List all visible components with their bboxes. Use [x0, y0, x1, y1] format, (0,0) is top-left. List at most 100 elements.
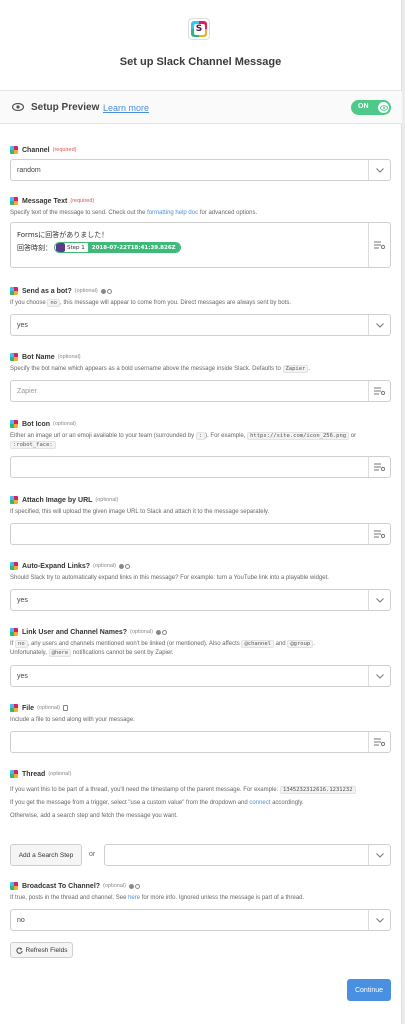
optional-tag: (optional): [130, 629, 153, 635]
dropdown-toggle[interactable]: [368, 160, 390, 180]
add-search-step-button[interactable]: Add a Search Step: [10, 844, 82, 866]
field-description: Otherwise, add a search step and fetch t…: [10, 813, 178, 819]
field-label: Thread: [22, 770, 46, 778]
forms-app-icon: [56, 243, 65, 252]
optional-tag: (optional): [57, 354, 81, 360]
continue-button[interactable]: Continue: [347, 979, 391, 1001]
desc-text: accordingly.: [270, 800, 304, 806]
learn-more-link[interactable]: Learn more: [103, 103, 149, 113]
field-attach-image: Attach Image by URL (optional) If specifi…: [10, 495, 391, 545]
field-label: Auto-Expand Links?: [22, 562, 91, 570]
field-description: Specify text of the message to send. Che…: [10, 209, 391, 218]
field-label: Broadcast To Channel?: [22, 882, 101, 890]
insert-field-button[interactable]: [368, 732, 390, 752]
slack-icon: [10, 882, 18, 890]
code-snippet: @group: [287, 640, 314, 648]
chevron-down-icon: [375, 852, 384, 858]
desc-text: Specify the bot name which appears as a …: [10, 366, 283, 372]
desc-text: , any users and channels mentioned won't…: [27, 641, 242, 647]
bot-name-input[interactable]: Zapier: [10, 380, 391, 402]
insert-field-button[interactable]: [368, 381, 390, 401]
dropdown-toggle[interactable]: [368, 666, 390, 686]
link-names-select[interactable]: yes: [10, 665, 391, 687]
required-tag: (required): [70, 198, 95, 204]
dropdown-toggle[interactable]: [368, 845, 390, 865]
channel-select[interactable]: random: [10, 159, 391, 181]
field-bot-name: Bot Name (optional) Specify the bot name …: [10, 352, 391, 402]
file-input[interactable]: [10, 731, 391, 753]
insert-field-icon: [374, 241, 385, 249]
field-label: Send as a bot?: [22, 287, 72, 295]
insert-field-icon: [374, 463, 385, 471]
auto-expand-select[interactable]: yes: [10, 589, 391, 611]
message-line: 回答時刻： Step 1 2018-07-22T18:41:39.826Z: [17, 242, 181, 253]
slack-icon: S: [191, 21, 207, 37]
code-snippet: Zapier: [282, 365, 309, 373]
desc-text: Specify text of the message to send. Che…: [10, 210, 148, 216]
chevron-down-icon: [375, 167, 384, 173]
formatting-help-link[interactable]: formatting help doc: [147, 210, 198, 216]
toggle-help-icon[interactable]: [100, 288, 112, 294]
desc-text: If you get the message from a trigger, s…: [10, 800, 250, 806]
field-description: Specify the bot name which appears as a …: [10, 365, 391, 374]
field-auto-expand: Auto-Expand Links? (optional) Should Slac…: [10, 561, 391, 611]
insert-field-button[interactable]: [368, 223, 390, 267]
toggle-help-icon[interactable]: [119, 563, 130, 569]
field-broadcast: Broadcast To Channel? (optional) If true,…: [10, 881, 391, 931]
insert-field-icon: [374, 738, 385, 746]
field-bot-icon: Bot Icon (optional) Either an image url o…: [10, 419, 391, 478]
setup-panel: S Set up Slack Channel Message Setup Pre…: [0, 0, 402, 1024]
field-label: Channel: [22, 146, 50, 154]
field-label: Bot Name: [22, 353, 55, 361]
optional-tag: (optional): [93, 563, 116, 569]
connect-link[interactable]: connect: [249, 800, 270, 806]
send-as-bot-select[interactable]: yes: [10, 314, 391, 336]
dropdown-toggle[interactable]: [368, 590, 390, 610]
desc-text: If you choose: [10, 300, 48, 306]
refresh-fields-button[interactable]: Refresh Fields: [10, 942, 73, 958]
attach-image-input[interactable]: [10, 523, 391, 545]
slack-icon: [10, 146, 18, 154]
toggle-knob: [378, 102, 389, 113]
toggle-help-icon[interactable]: [155, 629, 167, 635]
slack-app-logo: S: [188, 18, 210, 40]
optional-tag: (optional): [37, 705, 60, 711]
field-link-names: Link User and Channel Names? (optional) I…: [10, 627, 391, 687]
field-mapping-pill[interactable]: Step 1 2018-07-22T18:41:39.826Z: [54, 242, 181, 253]
chevron-down-icon: [375, 597, 384, 603]
broadcast-select[interactable]: no: [10, 909, 391, 931]
field-description: If true, posts in the thread and channel…: [10, 894, 391, 903]
input-placeholder: Zapier: [17, 388, 37, 395]
desc-text: If you want this to be part of a thread,…: [10, 787, 280, 793]
desc-text: and: [273, 641, 288, 647]
slack-icon: [10, 704, 18, 712]
header: S Set up Slack Channel Message: [0, 0, 401, 86]
thread-select[interactable]: [104, 844, 391, 866]
refresh-label: Refresh Fields: [25, 946, 68, 954]
field-label: Message Text: [22, 197, 68, 205]
desc-text: .: [313, 641, 315, 647]
dropdown-toggle[interactable]: [368, 910, 390, 930]
insert-field-button[interactable]: [368, 457, 390, 477]
here-link[interactable]: here: [128, 895, 140, 901]
desc-text: Either an image url or an emoji availabl…: [10, 433, 196, 439]
slack-icon: [10, 496, 18, 504]
dropdown-toggle[interactable]: [368, 315, 390, 335]
insert-field-icon: [374, 530, 385, 538]
field-description: If you get the message from a trigger, s…: [10, 799, 391, 808]
field-channel: Channel (required) random: [10, 145, 391, 181]
insert-field-icon: [374, 387, 385, 395]
toggle-help-icon[interactable]: [128, 883, 140, 889]
toggle-label: ON: [358, 103, 369, 110]
insert-field-button[interactable]: [368, 524, 390, 544]
bot-icon-input[interactable]: [10, 456, 391, 478]
code-snippet: no: [15, 640, 28, 648]
setup-preview-toggle[interactable]: ON: [351, 100, 391, 115]
message-text-input[interactable]: Formsに回答がありました！ 回答時刻： Step 1 2018-07-22T…: [10, 222, 391, 268]
field-label: File: [22, 704, 35, 712]
desc-text: for advanced options.: [198, 210, 258, 216]
eye-icon: [379, 104, 388, 111]
chevron-down-icon: [375, 322, 384, 328]
or-separator: or: [89, 851, 96, 858]
field-thread: Thread (optional) If you want this to be …: [10, 769, 391, 866]
